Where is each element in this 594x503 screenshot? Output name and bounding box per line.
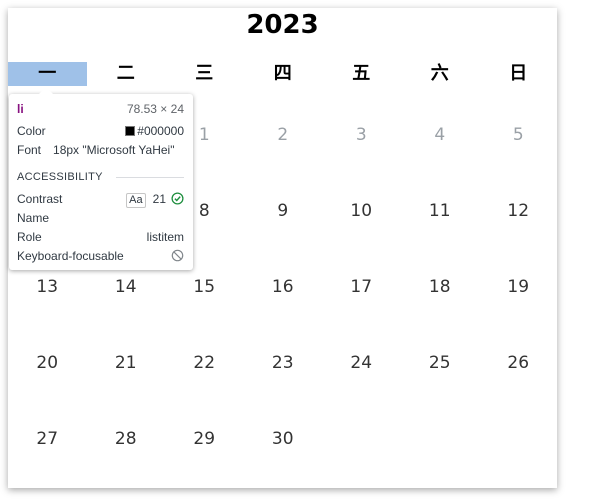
font-value: 18px "Microsoft YaHei" (53, 143, 175, 157)
check-circle-icon (171, 192, 184, 205)
day-cell[interactable]: 17 (322, 275, 401, 299)
tooltip-contrast-row: Contrast Aa 21 (17, 191, 184, 208)
weekday-tue[interactable]: 二 (87, 62, 166, 86)
weekday-sat[interactable]: 六 (401, 62, 480, 86)
element-tag: li (17, 102, 24, 116)
weekday-thu[interactable]: 四 (244, 62, 323, 86)
day-cell[interactable]: 16 (244, 275, 323, 299)
day-cell[interactable]: 18 (401, 275, 480, 299)
tooltip-font-row: Font 18px "Microsoft YaHei" (17, 142, 184, 158)
section-divider (116, 177, 184, 178)
day-cell[interactable]: 25 (401, 351, 480, 375)
color-swatch-icon (125, 126, 136, 136)
day-cell[interactable]: 27 (8, 427, 87, 451)
day-cell[interactable]: 5 (479, 123, 558, 147)
contrast-value: 21 (152, 192, 166, 206)
day-cell[interactable]: 10 (322, 199, 401, 223)
day-cell[interactable]: 22 (165, 351, 244, 375)
day-cell[interactable]: 3 (322, 123, 401, 147)
day-cell[interactable]: 21 (87, 351, 166, 375)
year-title: 2023 (246, 10, 319, 40)
day-cell[interactable]: 30 (244, 427, 323, 451)
contrast-label: Contrast (17, 192, 63, 206)
day-cell[interactable]: 4 (401, 123, 480, 147)
day-cell[interactable]: 26 (479, 351, 558, 375)
tooltip-role-row: Role listitem (17, 229, 184, 245)
tooltip-keyboard-row: Keyboard-focusable (17, 248, 184, 264)
weekday-mon[interactable]: 一 (8, 62, 87, 86)
tooltip-header: li 78.53 × 24 (17, 101, 184, 117)
role-value: listitem (146, 230, 184, 244)
font-label: Font (17, 143, 42, 157)
day-cell[interactable]: 12 (479, 199, 558, 223)
keyboard-focusable-label: Keyboard-focusable (17, 249, 124, 263)
weekday-sun[interactable]: 日 (479, 62, 558, 86)
day-cell[interactable]: 20 (8, 351, 87, 375)
name-label: Name (17, 211, 50, 225)
color-value: #000000 (137, 124, 184, 138)
keyboard-focusable-value (171, 248, 184, 264)
color-value-wrap: #000000 (125, 123, 184, 139)
color-label: Color (17, 124, 46, 138)
day-cell[interactable]: 9 (244, 199, 323, 223)
contrast-value-wrap: Aa 21 (126, 191, 184, 208)
not-focusable-icon (171, 249, 184, 262)
day-cell[interactable]: 14 (87, 275, 166, 299)
tooltip-color-row: Color #000000 (17, 123, 184, 139)
weekday-wed[interactable]: 三 (165, 62, 244, 86)
day-cell[interactable]: 24 (322, 351, 401, 375)
tooltip-name-row: Name (17, 210, 184, 226)
contrast-aa-badge: Aa (126, 193, 146, 208)
day-cell[interactable]: 15 (165, 275, 244, 299)
role-label: Role (17, 230, 42, 244)
day-cell[interactable]: 23 (244, 351, 323, 375)
day-cell[interactable]: 2 (244, 123, 323, 147)
day-cell[interactable]: 28 (87, 427, 166, 451)
element-size: 78.53 × 24 (126, 102, 184, 116)
day-cell[interactable]: 19 (479, 275, 558, 299)
devtools-inspect-tooltip: li 78.53 × 24 Color #000000 Font 18px "Mi… (9, 87, 193, 270)
day-cell[interactable]: 29 (165, 427, 244, 451)
weekday-fri[interactable]: 五 (322, 62, 401, 86)
day-cell[interactable]: 13 (8, 275, 87, 299)
accessibility-section-title: ACCESSIBILITY (17, 171, 103, 183)
day-cell[interactable]: 11 (401, 199, 480, 223)
